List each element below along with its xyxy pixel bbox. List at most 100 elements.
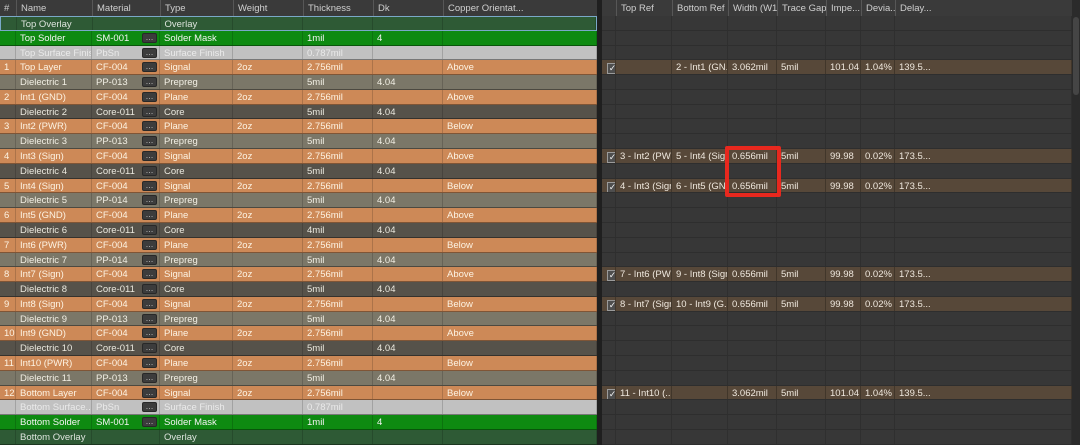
cell-orient[interactable] <box>443 75 597 89</box>
cell-name[interactable]: Dielectric 8 <box>16 282 92 296</box>
cell-orient[interactable] <box>443 134 597 149</box>
cell-weight[interactable]: 2oz <box>233 119 303 134</box>
cell-material[interactable]: PbSn… <box>92 400 160 415</box>
cell-checkbox[interactable]: ✓ <box>602 149 616 163</box>
material-browse-button[interactable]: … <box>142 62 157 73</box>
cell-weight[interactable] <box>233 134 303 149</box>
cell-trace_gap[interactable]: 5mil <box>777 267 826 282</box>
cell-name[interactable]: Int5 (GND) <box>16 208 92 222</box>
cell-type[interactable]: Overlay <box>160 429 233 444</box>
cell-name[interactable]: Dielectric 10 <box>16 341 92 355</box>
material-browse-button[interactable]: … <box>142 417 157 428</box>
material-browse-button[interactable]: … <box>142 77 157 88</box>
stackup-row[interactable]: 6 Int5 (GND) CF-004 … Plane 2oz 2.756mil Above <box>0 208 597 223</box>
cell-deviation[interactable]: 1.04% <box>861 385 895 400</box>
material-browse-button[interactable]: … <box>142 165 157 176</box>
stackup-row[interactable]: Dielectric 5 PP-014 … Prepreg 5mil 4.04 <box>0 193 597 209</box>
stackup-row[interactable]: 2 Int1 (GND) CF-004 … Plane 2oz 2.756mil Above <box>0 89 597 105</box>
cell-material[interactable]: Core-011… <box>92 282 160 296</box>
cell-orient[interactable] <box>443 104 597 119</box>
cell-name[interactable]: Int3 (Sign) <box>16 149 92 163</box>
cell-thickness[interactable]: 5mil <box>303 163 373 178</box>
cell-type[interactable]: Signal <box>160 296 233 311</box>
cell-weight[interactable] <box>233 104 303 119</box>
cell-thickness[interactable] <box>303 17 373 30</box>
cell-type[interactable]: Surface Finish <box>160 45 233 60</box>
cell-material[interactable]: PP-013… <box>92 370 160 385</box>
cell-thickness[interactable] <box>303 429 373 444</box>
row-checkbox[interactable]: ✓ <box>607 152 615 163</box>
cell-weight[interactable]: 2oz <box>233 296 303 311</box>
cell-name[interactable]: Dielectric 4 <box>16 163 92 178</box>
cell-dk[interactable] <box>373 178 443 193</box>
cell-material[interactable]: CF-004… <box>92 178 160 193</box>
stackup-row[interactable]: 4 Int3 (Sign) CF-004 … Signal 2oz 2.756mil Abov… <box>0 149 597 164</box>
stackup-row[interactable]: Bottom Surface... PbSn … Surface Finish 0.78… <box>0 400 597 416</box>
stackup-row[interactable]: Dielectric 1 PP-013 … Prepreg 5mil 4.04 <box>0 75 597 90</box>
cell-type[interactable]: Signal <box>160 60 233 75</box>
cell-weight[interactable] <box>233 429 303 444</box>
cell-weight[interactable] <box>233 193 303 208</box>
cell-delay[interactable]: 173.5... <box>895 178 1072 193</box>
material-browse-button[interactable]: … <box>142 402 157 413</box>
cell-type[interactable]: Prepreg <box>160 252 233 267</box>
cell-material[interactable]: Core-011… <box>92 163 160 178</box>
material-browse-button[interactable]: … <box>142 387 157 398</box>
cell-orient[interactable] <box>443 252 597 267</box>
cell-delay[interactable]: 173.5... <box>895 296 1072 311</box>
cell-material[interactable]: PbSn… <box>92 45 160 60</box>
cell-trace_gap[interactable]: 5mil <box>777 60 826 75</box>
cell-name[interactable]: Int9 (GND) <box>16 326 92 341</box>
cell-thickness[interactable]: 2.756mil <box>303 385 373 400</box>
stackup-row[interactable]: 10 Int9 (GND) CF-004 … Plane 2oz 2.756mil Above <box>0 326 597 342</box>
scrollbar-thumb[interactable] <box>1073 17 1079 95</box>
cell-width[interactable]: 0.656mil <box>728 149 777 163</box>
cell-dk[interactable] <box>373 89 443 104</box>
cell-name[interactable]: Top Overlay <box>17 17 93 30</box>
cell-name[interactable]: Int4 (Sign) <box>16 178 92 193</box>
cell-orient[interactable]: Above <box>443 208 597 222</box>
cell-orient[interactable] <box>443 429 597 444</box>
cell-name[interactable]: Top Solder <box>16 30 92 45</box>
cell-thickness[interactable]: 2.756mil <box>303 119 373 134</box>
cell-name[interactable]: Bottom Layer <box>16 385 92 400</box>
cell-thickness[interactable]: 2.756mil <box>303 89 373 104</box>
cell-dk[interactable]: 4.04 <box>373 104 443 119</box>
stackup-row[interactable]: 11 Int10 (PWR) CF-004 … Plane 2oz 2.756mil Belo… <box>0 355 597 371</box>
cell-orient[interactable] <box>443 45 597 60</box>
cell-thickness[interactable]: 0.787mil <box>303 400 373 415</box>
cell-type[interactable]: Prepreg <box>160 134 233 149</box>
cell-dk[interactable]: 4.04 <box>373 193 443 208</box>
cell-material[interactable]: PP-013… <box>92 134 160 149</box>
cell-type[interactable]: Plane <box>160 208 233 222</box>
cell-checkbox[interactable]: ✓ <box>602 385 616 400</box>
material-browse-button[interactable]: … <box>142 210 157 221</box>
cell-thickness[interactable]: 5mil <box>303 252 373 267</box>
cell-name[interactable]: Dielectric 3 <box>16 134 92 149</box>
cell-bottom_ref[interactable]: 9 - Int8 (Sign) <box>672 267 728 282</box>
cell-name[interactable]: Dielectric 2 <box>16 104 92 119</box>
cell-trace_gap[interactable]: 5mil <box>777 385 826 400</box>
cell-type[interactable]: Solder Mask <box>160 30 233 45</box>
cell-orient[interactable] <box>443 193 597 208</box>
cell-weight[interactable] <box>233 17 304 30</box>
material-browse-button[interactable]: … <box>142 32 157 43</box>
material-browse-button[interactable]: … <box>142 195 157 206</box>
cell-thickness[interactable]: 5mil <box>303 341 373 355</box>
row-checkbox[interactable]: ✓ <box>607 63 615 75</box>
cell-type[interactable]: Core <box>160 341 233 355</box>
cell-impedance[interactable]: 99.98 <box>826 296 861 311</box>
cell-material[interactable]: PP-014… <box>92 252 160 267</box>
cell-type[interactable]: Signal <box>160 267 233 282</box>
cell-dk[interactable] <box>373 400 443 415</box>
cell-type[interactable]: Prepreg <box>160 311 233 326</box>
cell-dk[interactable] <box>373 60 443 75</box>
cell-trace_gap[interactable]: 5mil <box>777 296 826 311</box>
cell-dk[interactable]: 4.04 <box>373 370 443 385</box>
cell-dk[interactable] <box>373 296 443 311</box>
material-browse-button[interactable]: … <box>142 47 157 58</box>
cell-name[interactable]: Int7 (Sign) <box>16 267 92 282</box>
cell-name[interactable]: Int2 (PWR) <box>16 119 92 134</box>
cell-material[interactable]: Core-011… <box>92 222 160 237</box>
cell-dk[interactable] <box>373 45 443 60</box>
